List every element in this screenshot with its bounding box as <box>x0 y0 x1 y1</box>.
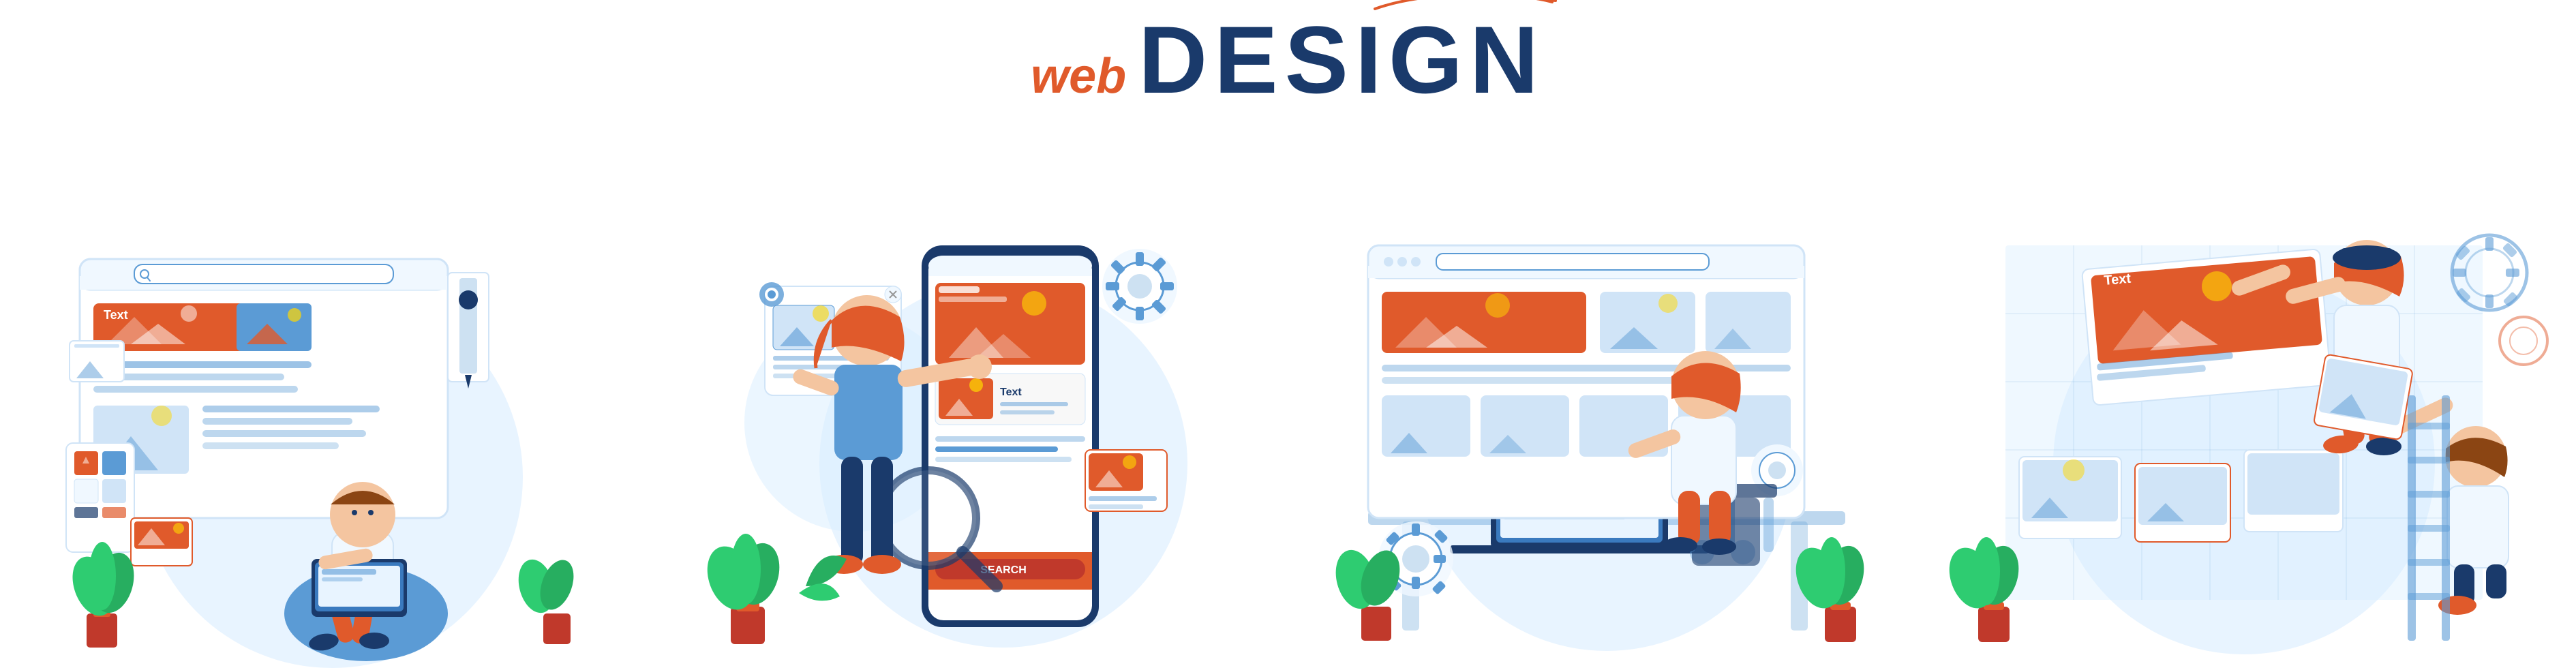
web-label: web <box>1031 52 1126 101</box>
panel2-illustration: Text SEARCH <box>663 204 1276 668</box>
panel4-illustration: Text <box>1937 204 2551 668</box>
panel-3 <box>1288 204 1926 668</box>
illustrations-container: Text <box>0 108 2576 668</box>
panel-1: Text <box>14 204 651 668</box>
page-wrapper: web DESIGN <box>0 0 2576 668</box>
svg-text:Text: Text <box>2103 271 2132 288</box>
panel-2: Text SEARCH <box>651 204 1288 668</box>
svg-text:Text: Text <box>104 308 128 322</box>
header-title: web DESIGN <box>0 0 2576 108</box>
panel3-illustration <box>1300 204 1913 668</box>
panel1-illustration: Text <box>25 204 639 668</box>
curve-decoration <box>1368 0 1559 16</box>
panel-4: Text <box>1925 204 2562 668</box>
design-label: DESIGN <box>1138 6 1545 113</box>
svg-text:Text: Text <box>1000 386 1022 398</box>
